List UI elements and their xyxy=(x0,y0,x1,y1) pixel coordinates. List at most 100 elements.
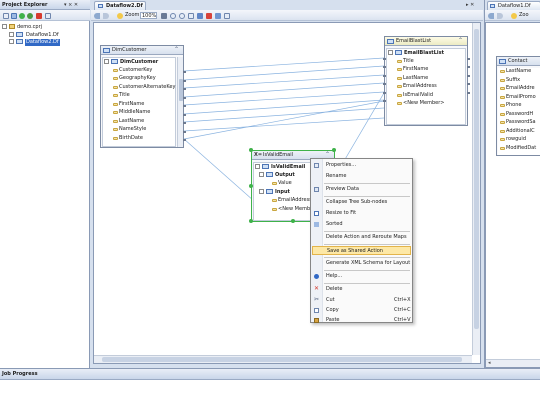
refresh-icon[interactable] xyxy=(27,13,33,19)
field-lastname[interactable]: LastName xyxy=(397,76,428,81)
collapse-icon[interactable]: ⌃ xyxy=(174,47,179,53)
expand-toggle-icon[interactable] xyxy=(259,172,264,177)
output-port[interactable] xyxy=(467,58,470,60)
output-port[interactable] xyxy=(467,66,470,68)
menu-item-delete[interactable]: ✕ Delete xyxy=(311,285,412,294)
output-port[interactable] xyxy=(467,83,470,85)
selection-handle[interactable] xyxy=(291,219,295,223)
emailblastlist-node[interactable]: EmailBlastList ⌃ EmailBlastList Title Fi… xyxy=(383,36,470,126)
chart-icon[interactable] xyxy=(206,13,212,19)
field-title[interactable]: Title xyxy=(113,93,130,98)
tree-item-dataflow2[interactable]: Dataflow2.Df xyxy=(25,39,60,46)
field-value[interactable]: Value xyxy=(272,181,292,186)
field-emailaddress[interactable]: EmailAddress xyxy=(397,84,437,89)
scroll-thumb[interactable] xyxy=(474,29,479,329)
field-title[interactable]: Title xyxy=(397,59,414,64)
dataflow-canvas[interactable]: DimCustomer ⌃ DimCustomer CustomerKey Ge… xyxy=(93,22,481,364)
canvas-horizontal-scrollbar[interactable] xyxy=(94,355,472,363)
zoom-icon[interactable] xyxy=(117,13,123,19)
grid-icon[interactable] xyxy=(224,13,230,19)
field-firstname[interactable]: FirstName xyxy=(113,102,144,107)
field-firstname[interactable]: FirstName xyxy=(397,67,428,72)
label-icon[interactable] xyxy=(215,13,221,19)
field-birthdate[interactable]: BirthDate xyxy=(113,136,143,141)
print-icon[interactable] xyxy=(161,13,167,19)
redo-icon[interactable] xyxy=(497,13,503,19)
field-new-member[interactable]: <New Member> xyxy=(397,101,444,106)
menu-item-help[interactable]: Help... xyxy=(311,272,412,281)
input-port[interactable] xyxy=(383,58,386,60)
zoom-in-icon[interactable] xyxy=(170,13,176,19)
collapse-icon[interactable]: ⌃ xyxy=(458,38,463,44)
tree-item-project[interactable]: demo.cprj xyxy=(17,25,42,30)
editor-window-buttons[interactable]: ▸ ✕ xyxy=(466,3,474,8)
open-icon[interactable] xyxy=(11,13,17,19)
selection-handle[interactable] xyxy=(249,184,253,188)
run-icon[interactable] xyxy=(19,13,25,19)
menu-item-resize-to-fit[interactable]: Resize to Fit xyxy=(311,209,412,218)
zoom-icon[interactable] xyxy=(511,13,517,19)
tab-dataflow1[interactable]: Dataflow1.Df xyxy=(487,1,540,10)
tab-dataflow2[interactable]: Dataflow2.Df xyxy=(94,1,146,10)
field-passwordhash[interactable]: PasswordH xyxy=(500,112,533,117)
zoom-select[interactable]: 100% xyxy=(140,12,157,19)
selection-handle[interactable] xyxy=(332,148,336,152)
expand-toggle-icon[interactable] xyxy=(255,164,260,169)
field-lastname[interactable]: LastName xyxy=(500,69,531,74)
menu-item-cut[interactable]: ✂ Cut Ctrl+X xyxy=(311,296,412,305)
dimcustomer-node[interactable]: DimCustomer ⌃ DimCustomer CustomerKey Ge… xyxy=(100,45,186,148)
field-modifieddate[interactable]: ModifiedDat xyxy=(500,146,536,151)
output-port[interactable] xyxy=(183,114,186,116)
field-lastname[interactable]: LastName xyxy=(113,119,144,124)
menu-item-generate-xml[interactable]: Generate XML Schema for Layout xyxy=(311,259,412,268)
selection-handle[interactable] xyxy=(249,148,253,152)
expand-toggle-icon[interactable] xyxy=(104,59,109,64)
layout-icon[interactable] xyxy=(197,13,203,19)
field-additionalcontactinfo[interactable]: AdditionalC xyxy=(500,129,535,134)
output-port[interactable] xyxy=(183,80,186,82)
expand-toggle-icon[interactable] xyxy=(9,39,14,44)
output-port[interactable] xyxy=(183,88,186,90)
output-port[interactable] xyxy=(467,92,470,94)
field-emailpromotion[interactable]: EmailPromo xyxy=(500,95,536,100)
right-horizontal-scrollbar[interactable]: ◂ xyxy=(486,359,540,367)
output-port[interactable] xyxy=(467,75,470,77)
output-port[interactable] xyxy=(183,139,186,141)
menu-item-rename[interactable]: Rename xyxy=(311,172,412,181)
menu-item-save-shared-action[interactable]: Save as Shared Action xyxy=(312,246,411,255)
undo-icon[interactable] xyxy=(94,13,100,19)
field-suffix[interactable]: Suffix xyxy=(500,78,520,83)
field-customerkey[interactable]: CustomerKey xyxy=(113,68,152,73)
field-namestyle[interactable]: NameStyle xyxy=(113,127,146,132)
menu-item-copy[interactable]: Copy Ctrl+C xyxy=(311,306,412,315)
delete-icon[interactable] xyxy=(36,13,42,19)
input-port[interactable] xyxy=(383,100,386,102)
output-port[interactable] xyxy=(183,131,186,133)
contact-node[interactable]: Contact LastName Suffix EmailAddre Email… xyxy=(496,56,540,156)
field-phone[interactable]: Phone xyxy=(500,103,522,108)
menu-item-collapse-tree[interactable]: Collapse Tree Sub-nodes xyxy=(311,198,412,207)
output-port[interactable] xyxy=(183,122,186,124)
expand-toggle-icon[interactable] xyxy=(259,189,264,194)
new-project-icon[interactable] xyxy=(3,13,9,19)
field-rowguid[interactable]: rowguid xyxy=(500,137,526,142)
input-port[interactable] xyxy=(383,66,386,68)
tree-item-dataflow1[interactable]: Dataflow1.Df xyxy=(26,33,59,38)
menu-item-preview-data[interactable]: Preview Data xyxy=(311,185,412,194)
menu-item-paste[interactable]: Paste Ctrl+V xyxy=(311,316,412,325)
selection-handle[interactable] xyxy=(249,219,253,223)
zoom-out-icon[interactable] xyxy=(179,13,185,19)
field-passwordsalt[interactable]: PasswordSa xyxy=(500,120,536,125)
field-geographykey[interactable]: GeographyKey xyxy=(113,76,156,81)
properties-icon[interactable] xyxy=(45,13,51,19)
menu-item-properties[interactable]: Properties... xyxy=(311,161,412,170)
output-port[interactable] xyxy=(183,97,186,99)
field-middlename[interactable]: MiddleName xyxy=(113,110,150,115)
right-canvas[interactable]: Contact LastName Suffix EmailAddre Email… xyxy=(485,22,540,368)
field-emailaddress[interactable]: EmailAddre xyxy=(500,86,535,91)
expand-toggle-icon[interactable] xyxy=(388,50,393,55)
canvas-vertical-scrollbar[interactable] xyxy=(472,23,480,355)
output-port[interactable] xyxy=(183,71,186,73)
expand-toggle-icon[interactable] xyxy=(2,24,7,29)
input-port[interactable] xyxy=(383,92,386,94)
